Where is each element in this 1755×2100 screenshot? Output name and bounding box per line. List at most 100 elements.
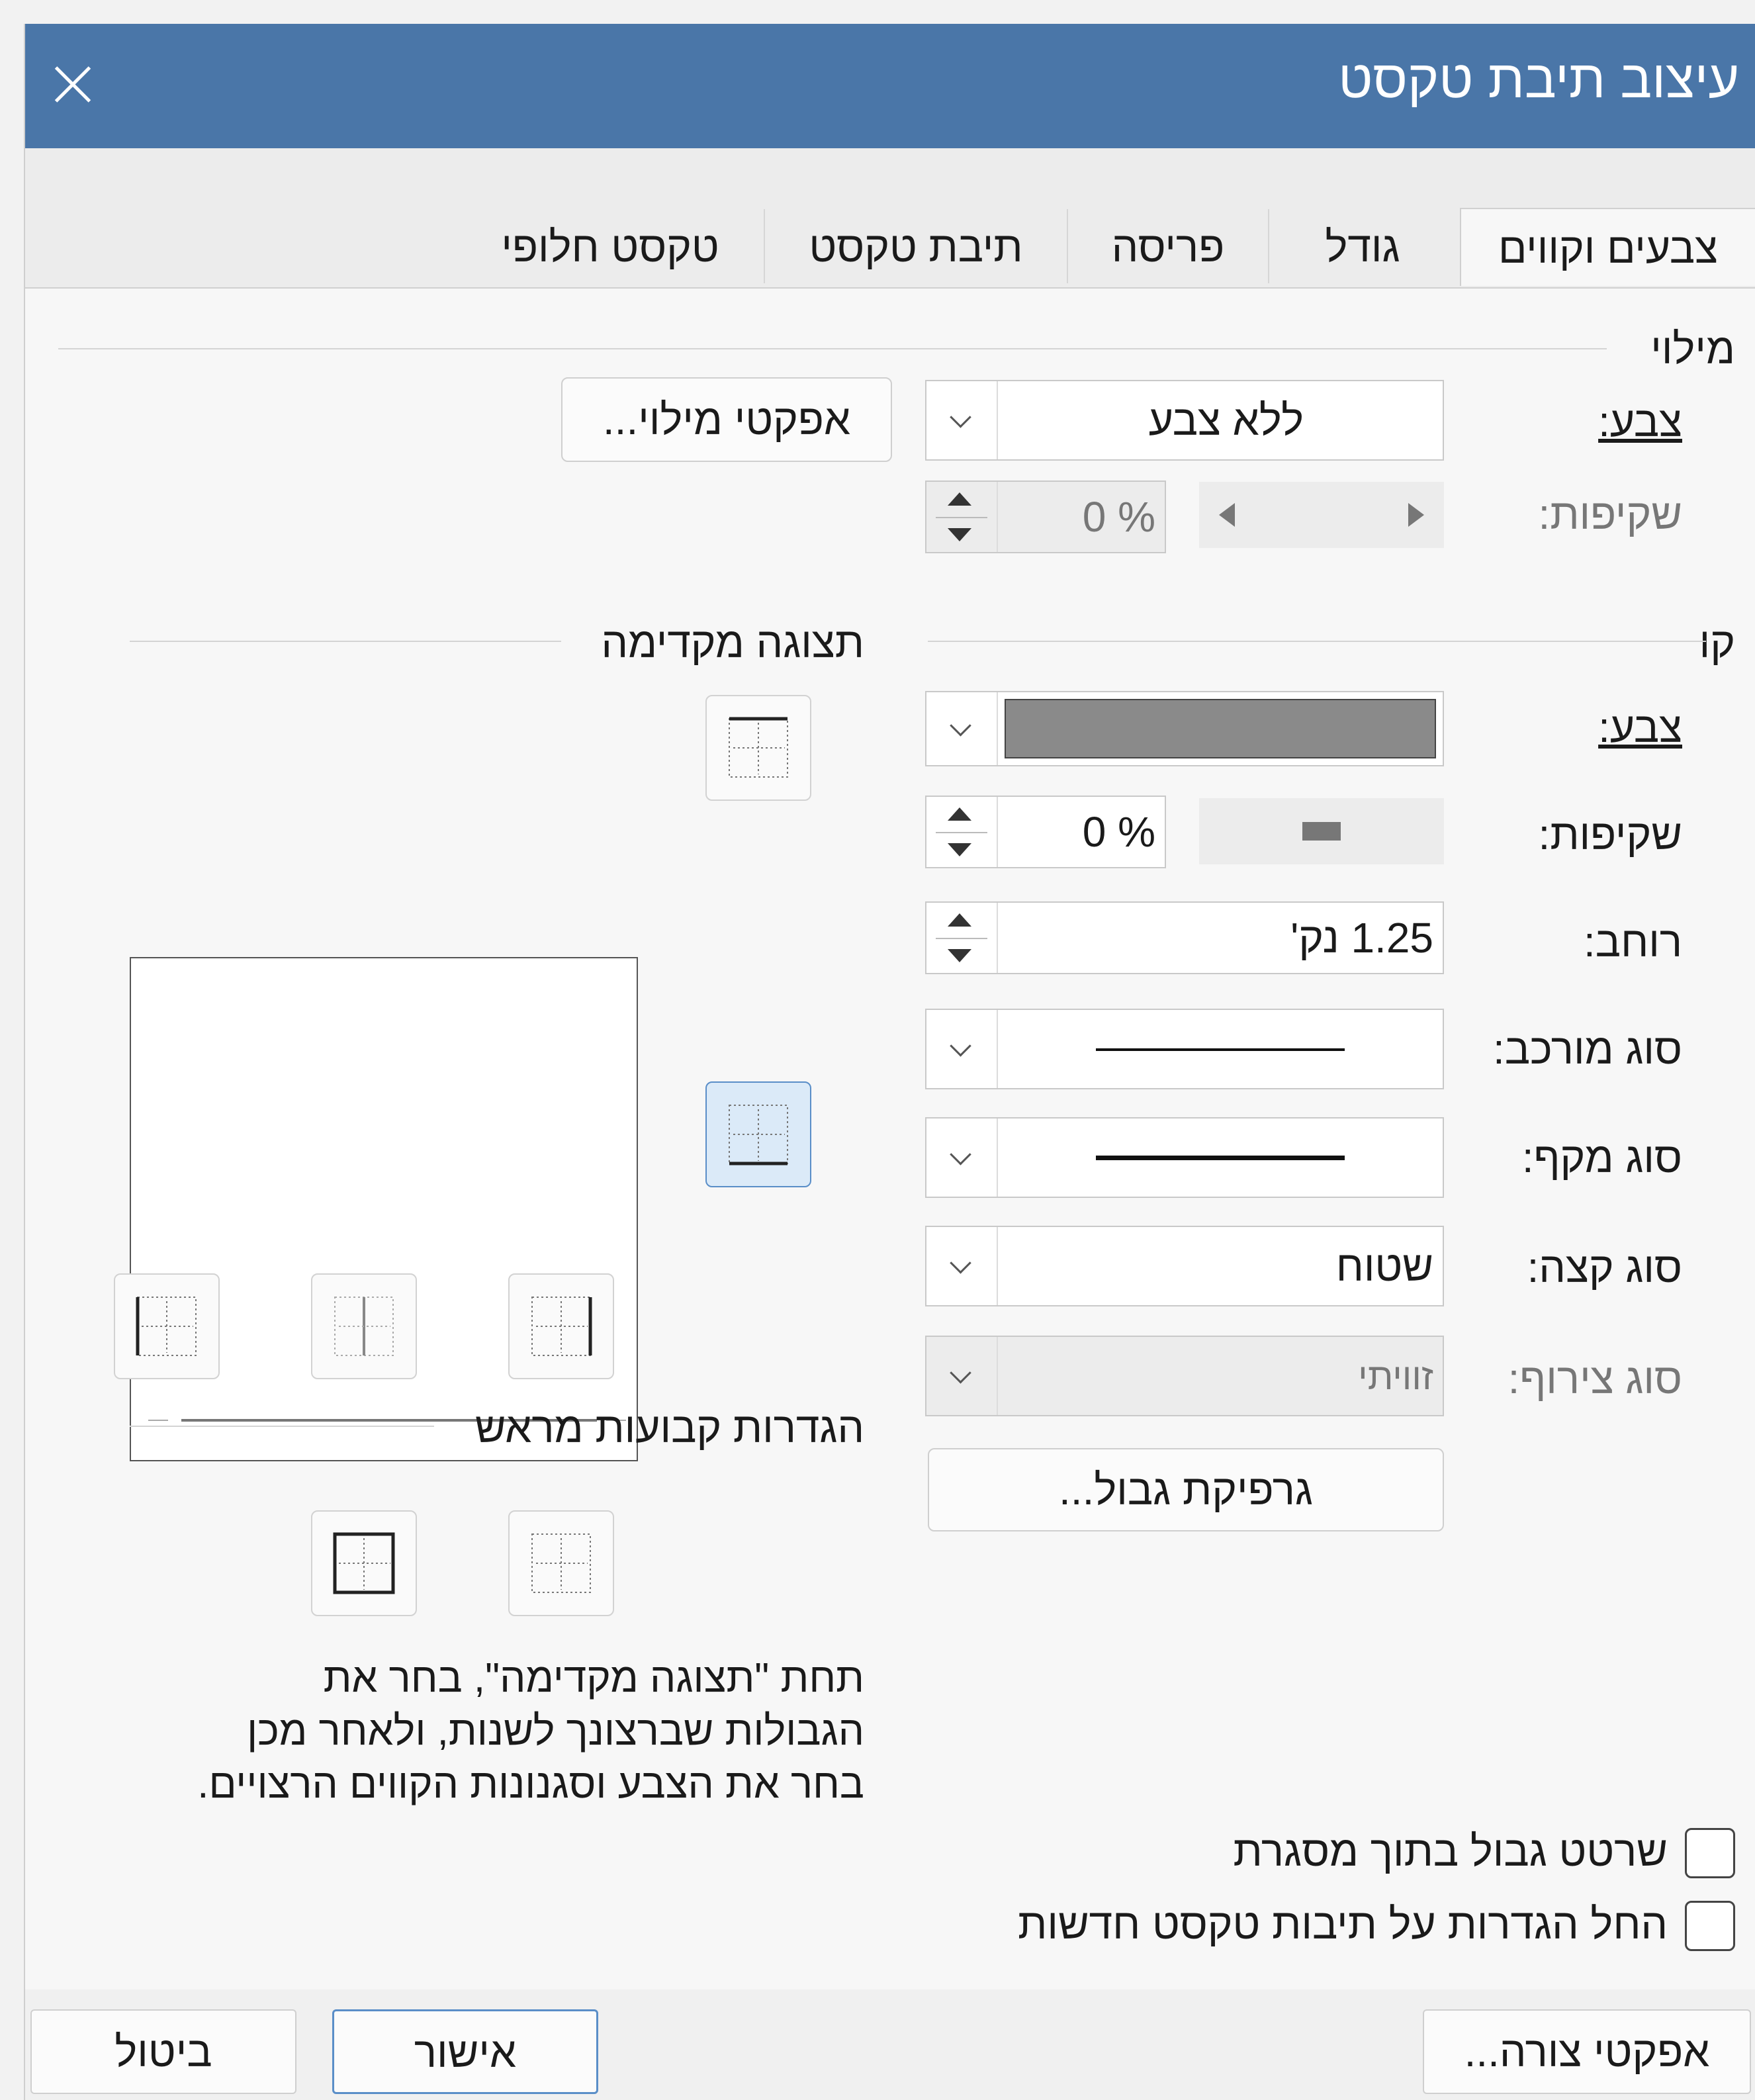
shape-effects-button[interactable]: אפקטי צורה... bbox=[1423, 2009, 1751, 2094]
top-border-icon bbox=[729, 717, 788, 778]
line-width-spinner[interactable]: 1.25 נק' bbox=[925, 901, 1444, 974]
tab-bar: צבעים וקווים גודל פריסה תיבת טקסט טקסט ח… bbox=[25, 148, 1755, 287]
right-border-icon bbox=[531, 1297, 592, 1356]
fill-transparency-label: שקיפות: bbox=[1538, 490, 1682, 538]
right-border-button[interactable] bbox=[508, 1273, 614, 1379]
line-color-label-text: צבע: bbox=[1598, 704, 1682, 751]
line-width-value: 1.25 נק' bbox=[1290, 914, 1433, 962]
fill-transparency-value: % 0 bbox=[1082, 493, 1155, 541]
top-border-button[interactable] bbox=[705, 695, 811, 801]
slider-thumb[interactable] bbox=[1302, 822, 1341, 841]
spinner-divider bbox=[936, 938, 987, 939]
join-type-value: זוויתי bbox=[1358, 1355, 1433, 1397]
left-border-icon bbox=[136, 1297, 197, 1356]
line-section-title: קו bbox=[1699, 619, 1735, 666]
line-transparency-spinner[interactable]: % 0 bbox=[925, 796, 1166, 868]
chevron-down-icon[interactable] bbox=[926, 1227, 998, 1305]
close-icon[interactable] bbox=[49, 61, 97, 109]
join-type-dropdown[interactable]: זוויתי bbox=[925, 1336, 1444, 1416]
draw-border-inside-label[interactable]: שרטט גבול בתוך מסגרת bbox=[1234, 1827, 1668, 1876]
tab-size[interactable]: גודל bbox=[1273, 208, 1452, 286]
presets-divider bbox=[130, 1426, 434, 1427]
line-color-swatch bbox=[1005, 699, 1436, 758]
spin-down-icon[interactable] bbox=[948, 528, 971, 541]
presets-section-title: הגדרות קבועות מראש bbox=[474, 1404, 864, 1451]
help-line: בחר את הצבע וסגנונות הקווים הרצויים. bbox=[197, 1761, 864, 1807]
dash-line-sample bbox=[1096, 1156, 1345, 1160]
compound-line-sample bbox=[1096, 1048, 1345, 1051]
dash-type-dropdown[interactable] bbox=[925, 1117, 1444, 1198]
preset-no-border-button[interactable] bbox=[508, 1510, 614, 1616]
spinner-divider bbox=[936, 832, 987, 833]
line-divider bbox=[928, 641, 1706, 642]
format-textbox-dialog: עיצוב תיבת טקסט צבעים וקווים גודל פריסה … bbox=[24, 24, 1755, 2100]
line-width-label: רוחב: bbox=[1584, 918, 1682, 966]
spinner-buttons[interactable] bbox=[926, 797, 998, 867]
cancel-button[interactable]: ביטול bbox=[30, 2009, 296, 2094]
line-color-dropdown[interactable] bbox=[925, 691, 1444, 766]
slider-left-arrow-icon[interactable] bbox=[1219, 503, 1235, 527]
border-preview[interactable] bbox=[130, 957, 638, 1461]
fill-color-dropdown[interactable]: ללא צבע bbox=[925, 380, 1444, 461]
fill-effects-button[interactable]: אפקטי מילוי... bbox=[561, 377, 892, 462]
chevron-down-icon[interactable] bbox=[926, 381, 998, 459]
box-border-icon bbox=[333, 1532, 395, 1594]
tab-textbox[interactable]: תיבת טקסט bbox=[769, 208, 1063, 286]
preview-section-title: תצוגה מקדימה bbox=[601, 619, 864, 666]
preview-bottom-tick-left bbox=[148, 1420, 168, 1421]
inside-vertical-border-button[interactable] bbox=[311, 1273, 417, 1379]
fill-color-value: ללא צבע bbox=[1148, 396, 1304, 444]
help-line: הגבולות שברצונך לשנות, ולאחר מכן bbox=[247, 1708, 864, 1754]
compound-type-label: סוג מורכב: bbox=[1493, 1025, 1682, 1073]
preview-divider bbox=[130, 641, 561, 642]
dash-type-label: סוג מקף: bbox=[1521, 1134, 1682, 1181]
apply-new-textboxes-checkbox[interactable] bbox=[1685, 1901, 1735, 1951]
cap-type-label: סוג קצה: bbox=[1527, 1244, 1682, 1291]
chevron-down-icon[interactable] bbox=[926, 1337, 998, 1415]
spin-up-icon[interactable] bbox=[948, 913, 971, 927]
tab-divider bbox=[764, 209, 765, 283]
tab-colors-and-lines[interactable]: צבעים וקווים bbox=[1460, 208, 1755, 286]
chevron-down-icon[interactable] bbox=[926, 1010, 998, 1088]
spin-up-icon[interactable] bbox=[948, 492, 971, 506]
fill-color-label-text: צבע: bbox=[1598, 398, 1682, 445]
tab-divider bbox=[1268, 209, 1269, 283]
slider-right-arrow-icon[interactable] bbox=[1408, 503, 1424, 527]
bottom-border-icon bbox=[729, 1105, 788, 1165]
spin-down-icon[interactable] bbox=[948, 949, 971, 962]
line-transparency-slider[interactable] bbox=[1199, 798, 1444, 864]
fill-color-label: צבע: bbox=[1598, 397, 1682, 446]
tab-panel: מילוי צבע: ללא צבע אפקטי מילוי... שקיפות… bbox=[25, 287, 1755, 1989]
inside-vertical-border-icon bbox=[334, 1297, 394, 1356]
border-art-button[interactable]: גרפיקת גבול... bbox=[928, 1448, 1444, 1531]
no-border-icon bbox=[531, 1533, 591, 1593]
line-transparency-label: שקיפות: bbox=[1538, 811, 1682, 858]
line-transparency-value: % 0 bbox=[1082, 808, 1155, 856]
fill-section-title: מילוי bbox=[1650, 325, 1735, 373]
left-border-button[interactable] bbox=[114, 1273, 220, 1379]
compound-type-dropdown[interactable] bbox=[925, 1009, 1444, 1089]
line-color-label: צבע: bbox=[1598, 703, 1682, 752]
ok-button[interactable]: אישור bbox=[332, 2009, 598, 2094]
chevron-down-icon[interactable] bbox=[926, 1118, 998, 1197]
help-text: תחת "תצוגה מקדימה", בחר את הגבולות שברצו… bbox=[70, 1652, 864, 1811]
preset-box-border-button[interactable] bbox=[311, 1510, 417, 1616]
tab-alt-text[interactable]: טקסט חלופי bbox=[461, 208, 760, 286]
draw-border-inside-checkbox[interactable] bbox=[1685, 1828, 1735, 1878]
bottom-border-button[interactable] bbox=[705, 1081, 811, 1187]
help-line: תחת "תצוגה מקדימה", בחר את bbox=[323, 1655, 864, 1701]
title-bar: עיצוב תיבת טקסט bbox=[25, 24, 1755, 148]
tab-layout[interactable]: פריסה bbox=[1072, 208, 1264, 286]
spinner-divider bbox=[936, 517, 987, 518]
spin-down-icon[interactable] bbox=[948, 843, 971, 856]
fill-transparency-slider[interactable] bbox=[1199, 482, 1444, 548]
apply-new-textboxes-label[interactable]: החל הגדרות על תיבות טקסט חדשות bbox=[1018, 1899, 1668, 1948]
spin-up-icon[interactable] bbox=[948, 807, 971, 821]
dialog-title: עיצוב תיבת טקסט bbox=[1338, 50, 1739, 109]
spinner-buttons[interactable] bbox=[926, 482, 998, 552]
cap-type-dropdown[interactable]: שטוח bbox=[925, 1226, 1444, 1306]
cap-type-value: שטוח bbox=[1335, 1242, 1433, 1290]
spinner-buttons[interactable] bbox=[926, 903, 998, 973]
fill-transparency-spinner[interactable]: % 0 bbox=[925, 480, 1166, 553]
chevron-down-icon[interactable] bbox=[926, 692, 998, 765]
